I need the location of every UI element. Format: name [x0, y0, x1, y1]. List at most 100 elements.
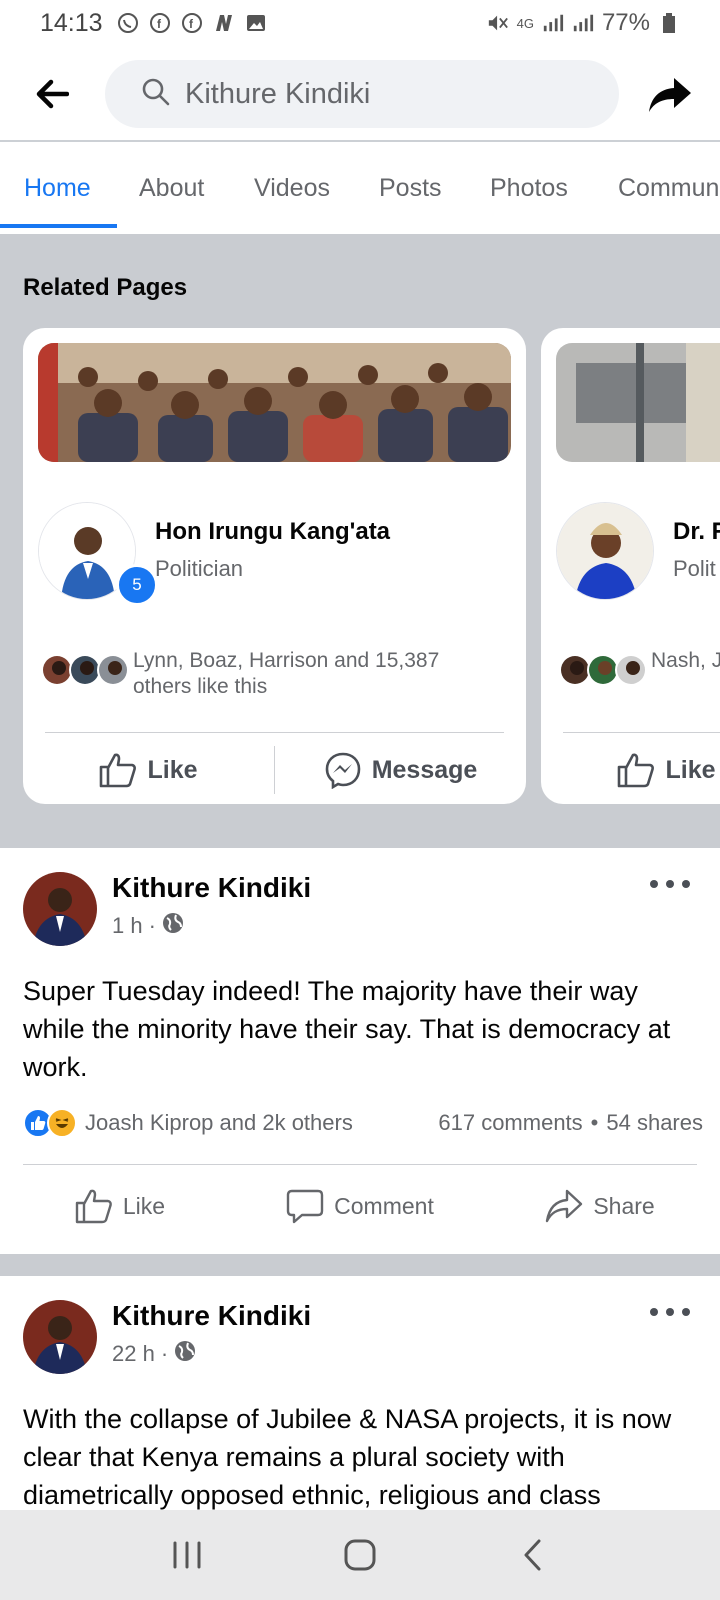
reactions-text[interactable]: Joash Kiprop and 2k others	[85, 1110, 353, 1136]
svg-text:f: f	[189, 17, 194, 31]
author-avatar[interactable]	[23, 872, 97, 946]
network-type: 4G	[516, 15, 534, 31]
post-meta: 1 h ·	[112, 912, 184, 940]
post-text: With the collapse of Jubilee & NASA proj…	[23, 1404, 672, 1510]
post-actions: Like Comment Share	[0, 1166, 720, 1246]
page-name[interactable]: Dr. R	[673, 518, 720, 546]
thumbs-up-icon	[100, 753, 137, 788]
facebook-icon: f	[181, 12, 203, 34]
stats-dot: •	[590, 1110, 599, 1135]
tab-home[interactable]: Home	[24, 174, 91, 203]
share-icon	[546, 1189, 583, 1223]
share-button[interactable]: Share	[480, 1166, 720, 1246]
tab-community[interactable]: Commun	[618, 174, 719, 203]
battery-icon	[658, 12, 680, 34]
page-category: Polit	[673, 556, 716, 581]
post-author[interactable]: Kithure Kindiki	[112, 872, 311, 904]
like-label: Like	[147, 755, 198, 784]
post-time[interactable]: 1 h	[112, 913, 143, 939]
message-page-button[interactable]: Message	[275, 736, 526, 804]
system-nav-bar	[0, 1510, 720, 1600]
like-page-button[interactable]: Like	[23, 736, 274, 804]
like-label: Like	[122, 1192, 166, 1219]
reaction-icons[interactable]	[23, 1108, 77, 1138]
back-nav-button[interactable]	[503, 1525, 563, 1585]
home-button[interactable]	[330, 1525, 390, 1585]
post-author[interactable]: Kithure Kindiki	[112, 1300, 311, 1332]
post-meta: 22 h ·	[112, 1340, 196, 1368]
meta-dot: ·	[160, 1341, 169, 1366]
cover-photo	[38, 343, 511, 462]
feed-post: Kithure Kindiki 1 h · Super Tuesday inde…	[0, 848, 720, 1254]
like-button[interactable]: Like	[0, 1166, 240, 1246]
tab-videos[interactable]: Videos	[254, 174, 330, 203]
friends-like-info: Nash, J others	[559, 648, 720, 686]
status-time: 14:13	[40, 8, 103, 37]
related-pages-title: Related Pages	[23, 274, 188, 301]
tab-photos[interactable]: Photos	[490, 174, 568, 203]
home-icon	[344, 1539, 376, 1571]
globe-icon	[162, 912, 184, 940]
comments-count[interactable]: 617 comments	[438, 1110, 582, 1136]
tab-about[interactable]: About	[139, 174, 204, 203]
svg-text:f: f	[157, 17, 162, 31]
search-icon	[141, 77, 171, 112]
share-arrow-icon	[649, 78, 691, 112]
shares-count[interactable]: 54 shares	[606, 1110, 703, 1136]
card-divider	[45, 732, 504, 733]
news-icon	[213, 12, 235, 34]
mute-icon	[487, 12, 509, 34]
meta-dot: ·	[148, 913, 156, 938]
share-page-button[interactable]	[645, 70, 695, 120]
facebook-icon: f	[149, 12, 171, 34]
share-label: Share	[593, 1192, 655, 1219]
page-name[interactable]: Hon Irungu Kang'ata	[155, 518, 390, 546]
thumbs-up-icon	[618, 753, 655, 788]
page-avatar[interactable]	[556, 502, 654, 600]
haha-reaction-icon	[47, 1108, 77, 1138]
comment-icon	[286, 1189, 324, 1224]
messenger-icon	[325, 752, 360, 789]
message-label: Message	[371, 755, 478, 784]
like-label: Like	[665, 755, 716, 784]
globe-icon	[174, 1340, 196, 1368]
card-divider	[563, 732, 720, 733]
battery-percent: 77%	[601, 9, 650, 36]
thumbs-up-icon	[75, 1189, 112, 1224]
post-text: Super Tuesday indeed! The majority have …	[23, 976, 671, 1082]
feed-post: Kithure Kindiki 22 h · With the collapse…	[0, 1276, 720, 1510]
back-button[interactable]	[30, 72, 74, 116]
comment-button[interactable]: Comment	[240, 1166, 480, 1246]
tab-posts[interactable]: Posts	[379, 174, 442, 203]
recent-apps-button[interactable]	[157, 1525, 217, 1585]
feed-separator	[0, 1254, 720, 1276]
status-bar: 14:13 f f 4G 77%	[0, 0, 720, 46]
image-icon	[245, 12, 267, 34]
recent-apps-icon	[173, 1541, 201, 1569]
more-options-icon[interactable]	[650, 1302, 690, 1322]
friends-like-info: Lynn, Boaz, Harrison and 15,387 others l…	[41, 648, 483, 700]
post-time[interactable]: 22 h	[112, 1341, 155, 1367]
whatsapp-icon	[117, 12, 139, 34]
post-divider	[23, 1164, 697, 1165]
friend-avatar	[97, 654, 129, 686]
search-input[interactable]: Kithure Kindiki	[105, 60, 619, 128]
related-pages-section: Related Pages 5 Hon Irungu Kang'ata Poli…	[0, 234, 720, 848]
active-tab-indicator	[0, 224, 117, 228]
back-arrow-icon	[36, 79, 69, 109]
friends-like-text: Lynn, Boaz, Harrison and 15,387 others l…	[133, 649, 440, 698]
author-avatar[interactable]	[23, 1300, 97, 1374]
related-page-card[interactable]: 5 Hon Irungu Kang'ata Politician Lynn, B…	[23, 328, 526, 804]
page-tabs: Home About Videos Posts Photos Commun	[0, 142, 720, 234]
more-options-icon[interactable]	[650, 874, 690, 894]
page-category: Politician	[155, 556, 244, 581]
back-chevron-icon	[524, 1539, 541, 1571]
cover-photo	[556, 343, 720, 462]
friends-like-text: Nash, J others	[651, 649, 720, 672]
comment-label: Comment	[334, 1192, 434, 1219]
like-page-button[interactable]: Like	[541, 736, 720, 804]
post-stats: Joash Kiprop and 2k others 617 comments …	[23, 1106, 703, 1140]
signal-icon	[572, 12, 594, 34]
related-page-card[interactable]: Dr. R Polit Nash, J others Like	[541, 328, 720, 804]
notification-badge: 5	[116, 564, 158, 606]
